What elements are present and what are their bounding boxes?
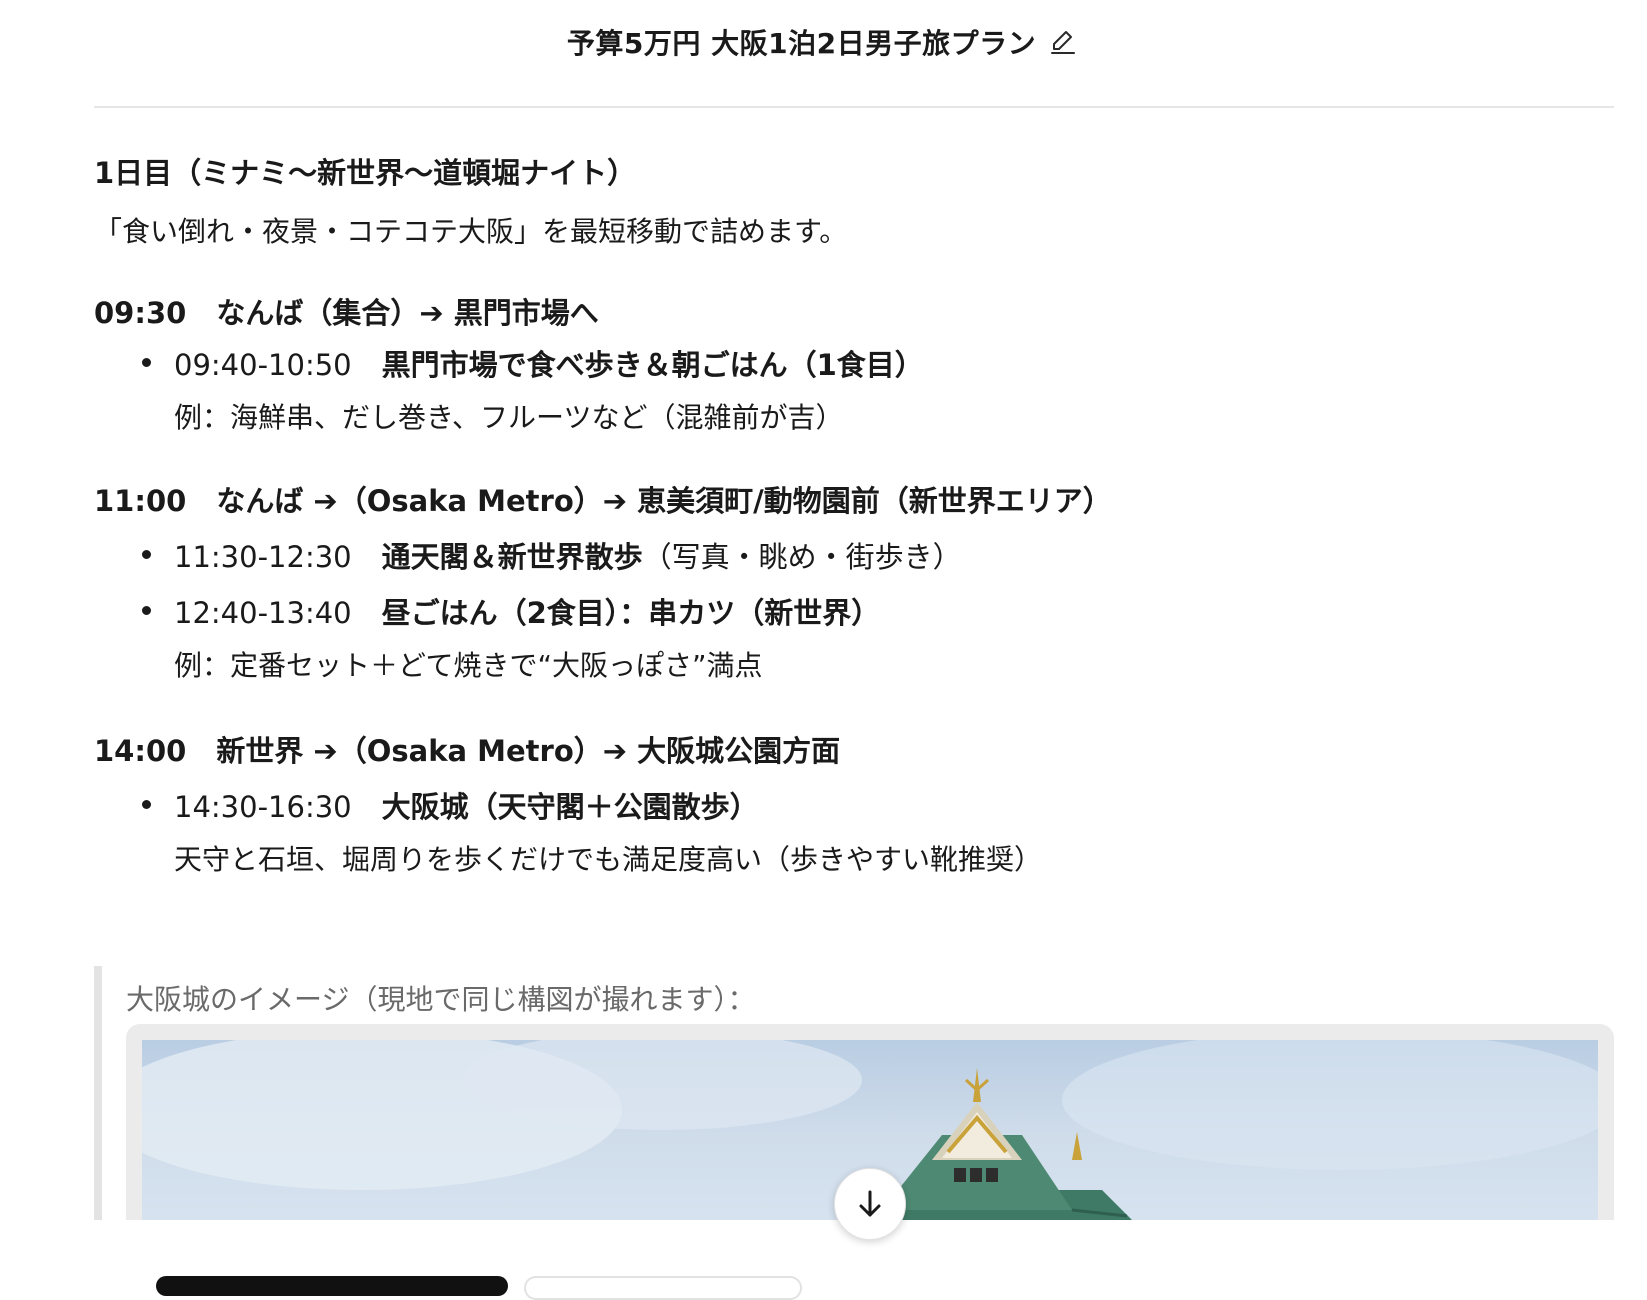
item-note: 例：海鮮串、だし巻き、フルーツなど（混雑前が吉） xyxy=(174,401,844,434)
section-time: 14:00 xyxy=(94,734,187,768)
list-item: 12:40-13:40 昼ごはん（2食目）：串カツ（新世界） xyxy=(141,590,881,632)
item-time: 14:30-16:30 xyxy=(174,790,352,824)
section-route: なんば ➔（Osaka Metro）➔ 恵美須町/動物園前（新世界エリア） xyxy=(216,484,1112,518)
chat-header: 予算5万円 大阪1泊2日男子旅プラン xyxy=(0,0,1647,84)
item-note: 例：定番セット＋どて焼きで“大阪っぽさ”満点 xyxy=(174,649,763,682)
item-time: 09:40-10:50 xyxy=(174,348,352,382)
scroll-to-bottom-button[interactable] xyxy=(834,1168,906,1240)
time-heading: 09:30 なんば（集合）➔ 黒門市場へ xyxy=(94,290,599,332)
section-time: 11:00 xyxy=(94,484,187,518)
item-extra: （写真・眺め・街歩き） xyxy=(642,540,962,574)
composer-area-mask xyxy=(0,1220,1647,1280)
pencil-icon xyxy=(1051,31,1076,54)
item-activity: 黒門市場で食べ歩き＆朝ごはん（1食目） xyxy=(381,348,924,382)
chat-title: 予算5万円 大阪1泊2日男子旅プラン xyxy=(566,27,1037,60)
arrow-down-icon xyxy=(859,1190,881,1217)
day-heading: 1日目（ミナミ〜新世界〜道頓堀ナイト） xyxy=(94,156,637,190)
suggestion-chip[interactable] xyxy=(156,1276,508,1296)
item-activity: 大阪城（天守閣＋公園散歩） xyxy=(381,790,759,824)
section-route: なんば（集合）➔ 黒門市場へ xyxy=(216,296,599,330)
time-heading: 14:00 新世界 ➔（Osaka Metro）➔ 大阪城公園方面 xyxy=(94,728,840,770)
edit-title-button[interactable] xyxy=(1046,25,1080,59)
item-time: 11:30-12:30 xyxy=(174,540,352,574)
list-item: 11:30-12:30 通天閣＆新世界散歩（写真・眺め・街歩き） xyxy=(142,534,962,576)
time-heading: 11:00 なんば ➔（Osaka Metro）➔ 恵美須町/動物園前（新世界エリ… xyxy=(94,478,1112,520)
list-item: 14:30-16:30 大阪城（天守閣＋公園散歩） xyxy=(142,784,759,826)
item-activity: 通天閣＆新世界散歩 xyxy=(381,540,643,574)
section-time: 09:30 xyxy=(94,296,187,330)
list-item: 09:40-10:50 黒門市場で食べ歩き＆朝ごはん（1食目） xyxy=(142,342,924,384)
intro-text: 「食い倒れ・夜景・コテコテ大阪」を最短移動で詰めます。 xyxy=(94,215,848,248)
item-note: 天守と石垣、堀周りを歩くだけでも満足度高い（歩きやすい靴推奨） xyxy=(174,843,1043,876)
section-route: 新世界 ➔（Osaka Metro）➔ 大阪城公園方面 xyxy=(216,734,841,768)
item-activity: 昼ごはん（2食目）：串カツ（新世界） xyxy=(381,596,881,630)
image-caption: 大阪城のイメージ（現地で同じ構図が撮れます）： xyxy=(126,983,756,1016)
item-time: 12:40-13:40 xyxy=(174,596,352,630)
header-divider xyxy=(94,106,1614,108)
